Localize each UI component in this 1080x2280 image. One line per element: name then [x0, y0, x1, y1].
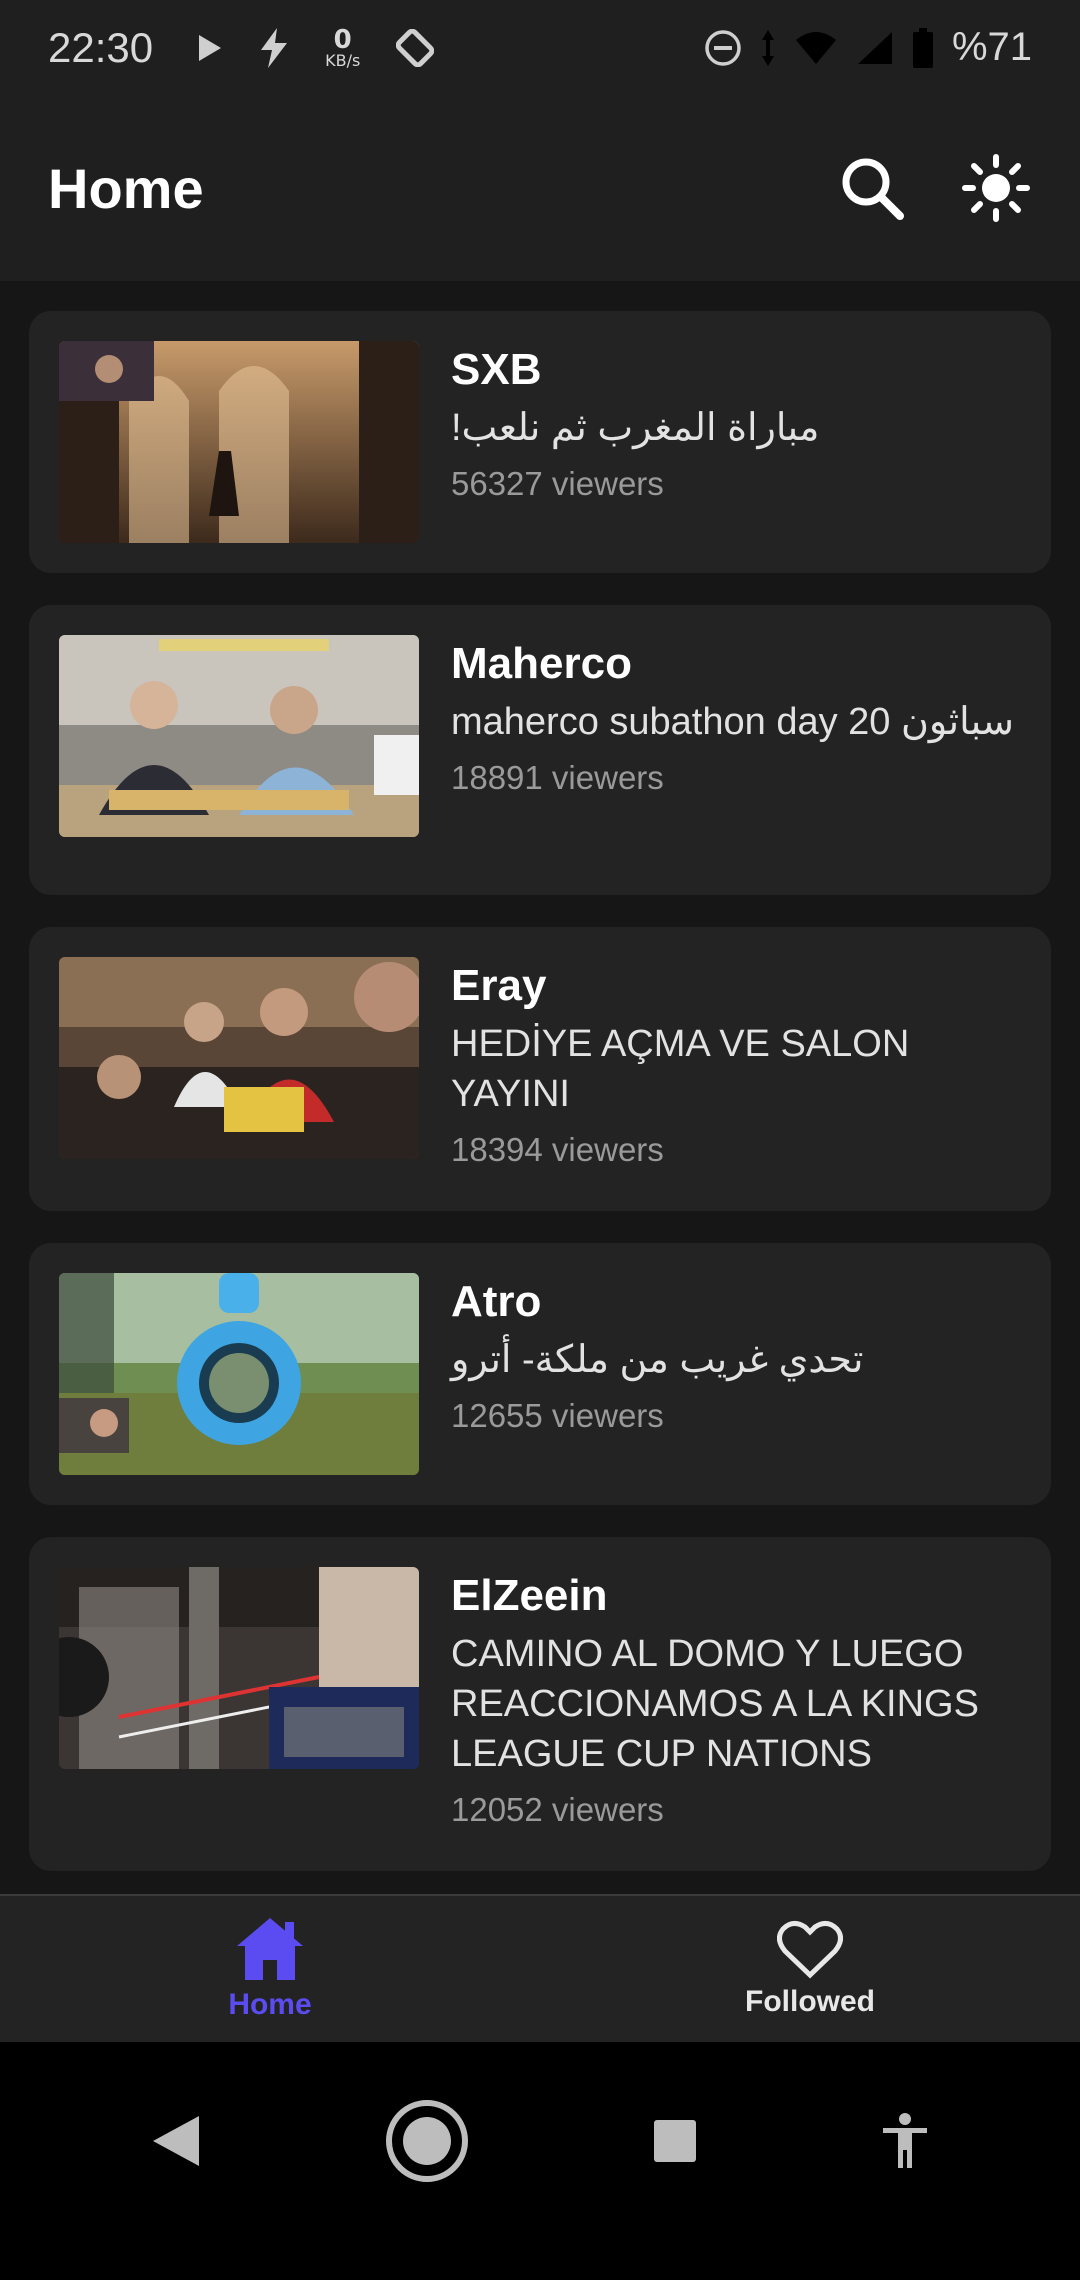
streamer-name: SXB [451, 345, 542, 394]
viewer-count: 12655 viewers [451, 1397, 664, 1434]
stream-thumbnail [59, 341, 419, 543]
stream-thumbnail [59, 1273, 419, 1475]
wifi-icon [795, 31, 836, 64]
signal-icon [857, 31, 892, 64]
stream-title: CAMINO AL DOMO Y LUEGO REACCIONAMOS A LA… [451, 1633, 979, 1775]
streamer-name: Maherco [451, 639, 632, 688]
stream-card[interactable]: Maherco maherco subathon day 20 سباثون 1… [29, 605, 1051, 895]
status-left-icons: 0 KB/s [197, 27, 435, 69]
dnd-icon [705, 29, 741, 66]
network-speed-value: 0 [333, 24, 352, 55]
home-icon [237, 1918, 303, 1980]
streamer-name: Atro [451, 1277, 542, 1326]
theme-toggle-button[interactable] [960, 152, 1032, 224]
recents-icon[interactable] [652, 2118, 698, 2164]
stream-list: SXB مباراة المغرب ثم نلعب! 56327 viewers [29, 311, 1051, 1903]
app-root: 22:30 0 KB/s %71 Home SXB مباراة المغرب … [0, 0, 1080, 2280]
nav-home[interactable]: Home [0, 1896, 540, 2042]
nav-followed-label: Followed [745, 1985, 875, 2018]
stream-card[interactable]: SXB مباراة المغرب ثم نلعب! 56327 viewers [29, 311, 1051, 573]
rotate-lock-icon [396, 28, 435, 67]
battery-icon [912, 27, 933, 68]
search-button[interactable] [836, 152, 908, 224]
stream-title: تحدي غريب من ملكة- أترو [451, 1339, 864, 1381]
stream-thumbnail [59, 1567, 419, 1769]
viewer-count: 18891 viewers [451, 759, 664, 796]
stream-card[interactable]: ElZeein CAMINO AL DOMO Y LUEGO REACCIONA… [29, 1537, 1051, 1871]
app-bar: Home [0, 95, 1080, 281]
status-bar: 22:30 0 KB/s %71 [0, 0, 1080, 95]
data-arrows-icon [761, 29, 774, 66]
status-right-icons: %71 [704, 25, 1032, 70]
status-time: 22:30 [48, 23, 154, 71]
app-bar-actions [836, 152, 1032, 224]
viewer-count: 56327 viewers [451, 465, 664, 502]
page-title: Home [48, 156, 204, 220]
back-icon[interactable] [151, 2114, 201, 2168]
nav-home-label: Home [228, 1988, 312, 2021]
sun-icon [962, 154, 1030, 222]
stream-card[interactable]: Atro تحدي غريب من ملكة- أترو 12655 viewe… [29, 1243, 1051, 1505]
stream-thumbnail [59, 635, 419, 837]
bottom-nav: Home Followed [0, 1894, 1080, 2042]
heart-icon [777, 1921, 843, 1979]
streamer-name: Eray [451, 961, 547, 1010]
streamer-name: ElZeein [451, 1571, 608, 1620]
stream-title: HEDİYE AÇMA VE SALON YAYINI [451, 1023, 910, 1115]
play-icon [199, 34, 222, 61]
stream-thumbnail [59, 957, 419, 1159]
accessibility-icon[interactable] [881, 2112, 929, 2170]
stream-title: مباراة المغرب ثم نلعب! [451, 407, 820, 449]
system-nav-bar [0, 2042, 1080, 2280]
viewer-count: 12052 viewers [451, 1791, 664, 1828]
network-speed-unit: KB/s [325, 50, 361, 70]
network-speed: 0 KB/s [325, 27, 360, 69]
stream-title: maherco subathon day 20 سباثون [451, 701, 1014, 743]
search-icon [842, 158, 904, 220]
nav-followed[interactable]: Followed [540, 1896, 1080, 2042]
viewer-count: 18394 viewers [451, 1131, 664, 1168]
home-circle-icon[interactable] [384, 2098, 470, 2184]
stream-card[interactable]: Eray HEDİYE AÇMA VE SALON YAYINI 18394 v… [29, 927, 1051, 1211]
bolt-icon [261, 27, 288, 68]
battery-percent: %71 [951, 25, 1032, 69]
